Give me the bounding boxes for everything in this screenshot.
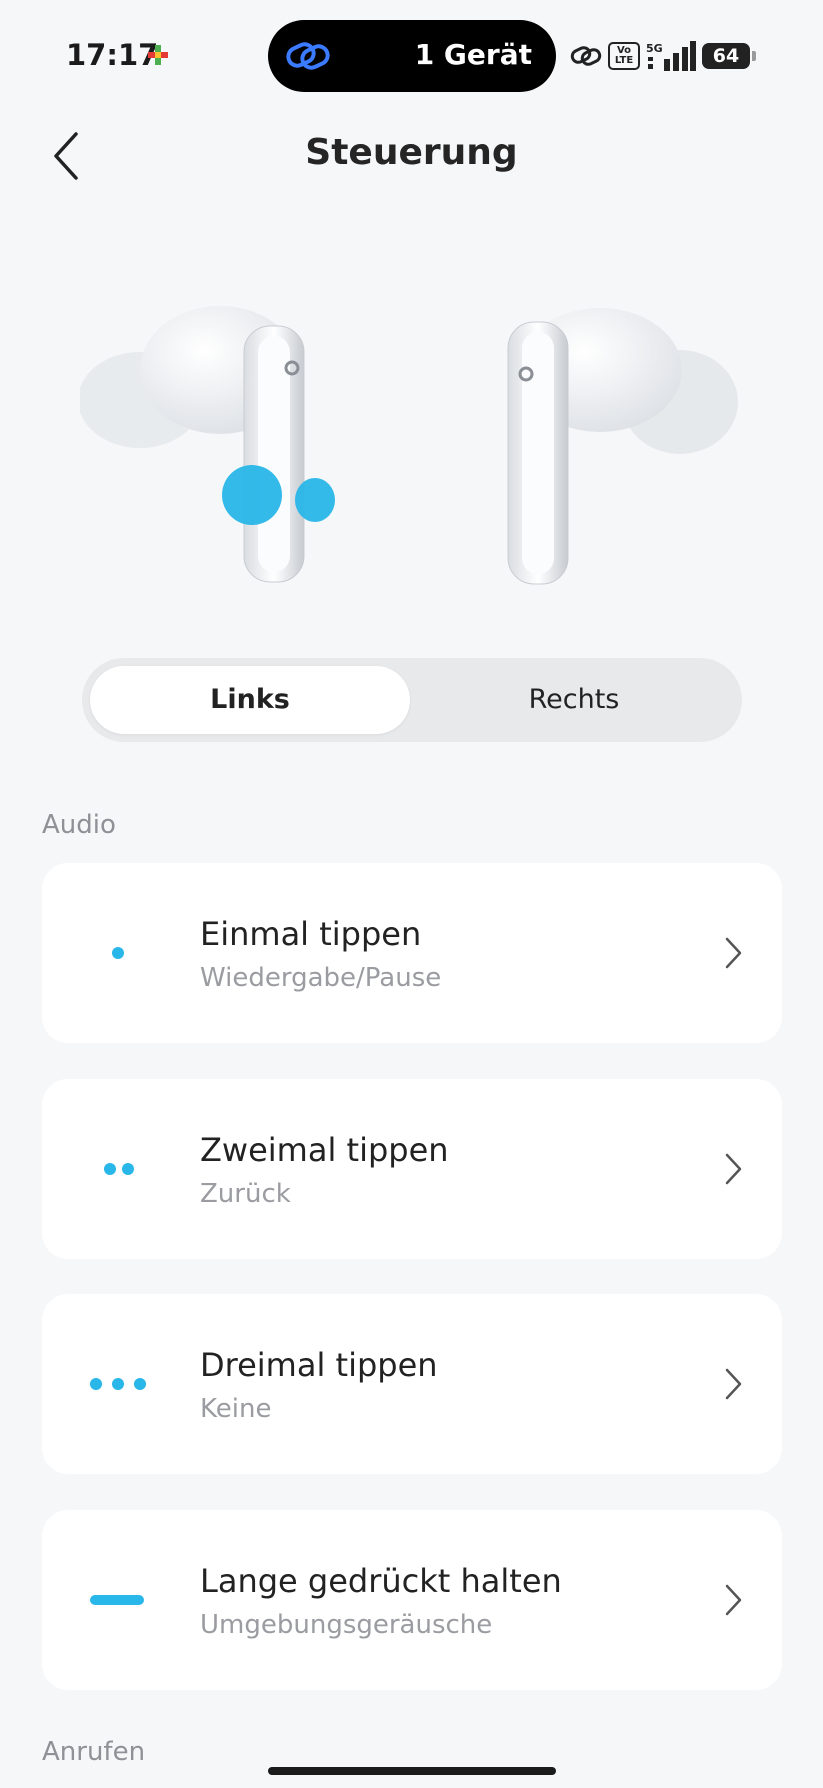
chevron-right-icon [725, 937, 742, 969]
control-title: Dreimal tippen [200, 1346, 438, 1384]
tab-links[interactable]: Links [90, 666, 410, 734]
left-earbud [80, 306, 305, 583]
long-press-icon [90, 1595, 144, 1605]
page-title: Steuerung [305, 132, 518, 173]
connected-devices-label: 1 Gerät [414, 38, 532, 71]
control-title: Einmal tippen [200, 915, 422, 953]
earbuds-illustration [80, 306, 738, 585]
control-long-press[interactable]: Lange gedrückt halten Umgebungsgeräusche [42, 1510, 782, 1690]
triple-tap-icon [90, 1378, 146, 1390]
home-indicator[interactable] [268, 1767, 556, 1775]
control-title: Lange gedrückt halten [200, 1562, 562, 1600]
battery-icon: 64 [702, 43, 756, 69]
side-selector: Links Rechts [82, 658, 742, 742]
control-double-tap[interactable]: Zweimal tippen Zurück [42, 1079, 782, 1259]
volte-icon: Vo LTE [608, 42, 640, 70]
link-icon [286, 42, 330, 70]
signal-icon: 5G [646, 41, 696, 71]
control-action: Umgebungsgeräusche [200, 1610, 493, 1640]
app-notification-icon [148, 45, 168, 65]
section-audio-label: Audio [42, 810, 116, 840]
svg-text:5G: 5G [646, 42, 663, 55]
control-action: Zurück [200, 1179, 291, 1209]
link-status-icon [570, 46, 602, 66]
chevron-right-icon [725, 1368, 742, 1400]
chevron-right-icon [725, 1153, 742, 1185]
section-calls-label: Anrufen [42, 1737, 146, 1767]
touch-zone-indicator [222, 465, 282, 525]
double-tap-icon [104, 1163, 134, 1175]
dynamic-island[interactable]: 1 Gerät [268, 20, 556, 92]
control-action: Wiedergabe/Pause [200, 963, 442, 993]
control-action: Keine [200, 1394, 272, 1424]
status-time: 17:17 [66, 38, 159, 72]
chevron-right-icon [725, 1584, 742, 1616]
control-title: Zweimal tippen [200, 1131, 449, 1169]
single-tap-icon [112, 947, 124, 959]
touch-zone-indicator-back [295, 478, 335, 522]
control-triple-tap[interactable]: Dreimal tippen Keine [42, 1294, 782, 1474]
tab-rechts[interactable]: Rechts [414, 666, 734, 734]
right-earbud [507, 308, 738, 585]
control-single-tap[interactable]: Einmal tippen Wiedergabe/Pause [42, 863, 782, 1043]
status-bar: 17:17 1 Gerät Vo LTE 5G 64 [0, 0, 823, 110]
